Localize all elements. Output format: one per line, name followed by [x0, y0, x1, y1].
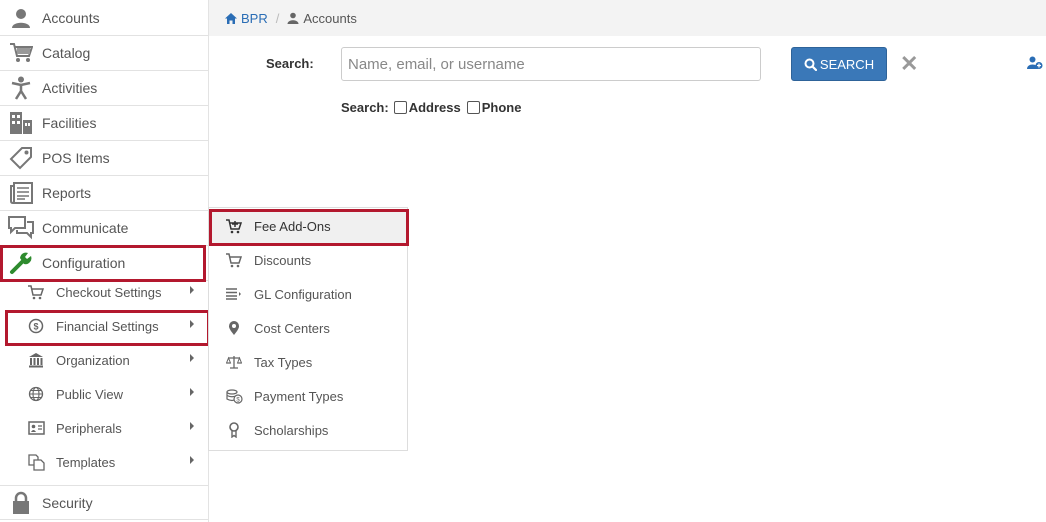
flyout-item-cost-centers[interactable]: Cost Centers	[209, 311, 407, 345]
search-options-label: Search:	[341, 100, 389, 115]
cart-icon	[225, 251, 243, 269]
add-user-icon[interactable]	[1027, 56, 1043, 75]
sidebar-item-pos-items[interactable]: POS Items	[0, 141, 208, 176]
copy-icon	[27, 453, 45, 471]
tag-icon	[8, 145, 34, 171]
id-card-icon	[27, 419, 45, 437]
sub-item-label: Financial Settings	[56, 318, 159, 334]
flyout-item-label: GL Configuration	[254, 286, 352, 302]
award-icon	[225, 421, 243, 439]
map-pin-icon	[225, 319, 243, 337]
search-label: Search:	[266, 56, 314, 71]
phone-checkbox[interactable]	[466, 101, 480, 114]
building-icon	[8, 110, 34, 136]
sub-item-public-view[interactable]: Public View	[0, 377, 208, 411]
flyout-item-payment-types[interactable]: $ Payment Types	[209, 379, 407, 413]
flyout-item-label: Discounts	[254, 252, 312, 268]
chevron-right-icon	[190, 388, 194, 396]
search-button[interactable]: SEARCH	[791, 47, 887, 81]
institution-icon	[27, 351, 45, 369]
sidebar-item-accounts[interactable]: Accounts	[0, 1, 208, 36]
sidebar-item-communicate[interactable]: Communicate	[0, 211, 208, 246]
sidebar: Accounts Catalog Activities Facilities P…	[0, 0, 209, 522]
flyout-item-label: Tax Types	[254, 354, 313, 370]
close-icon[interactable]: ✕	[900, 53, 918, 75]
flyout-item-label: Scholarships	[254, 422, 329, 438]
flyout-item-label: Payment Types	[254, 388, 344, 404]
svg-text:$: $	[33, 322, 38, 332]
sub-item-label: Public View	[56, 386, 123, 402]
sidebar-item-label: Reports	[42, 185, 92, 201]
phone-checkbox-label: Phone	[481, 100, 522, 115]
cart-icon	[27, 283, 45, 301]
sidebar-item-label: Accounts	[42, 10, 100, 26]
breadcrumb-current: Accounts	[303, 10, 357, 26]
sidebar-item-reports[interactable]: Reports	[0, 176, 208, 211]
flyout-item-scholarships[interactable]: Scholarships	[209, 413, 407, 447]
globe-icon	[27, 385, 45, 403]
flyout-item-tax-types[interactable]: Tax Types	[209, 345, 407, 379]
search-input[interactable]	[341, 47, 761, 81]
chevron-right-icon	[190, 456, 194, 464]
search-icon	[804, 58, 817, 71]
user-icon	[8, 5, 34, 31]
address-checkbox-label: Address	[408, 100, 461, 115]
flyout-item-label: Cost Centers	[254, 320, 330, 336]
sidebar-item-label: Facilities	[42, 115, 97, 131]
list-icon	[225, 285, 243, 303]
money-icon: $	[225, 387, 243, 405]
sidebar-item-label: POS Items	[42, 150, 110, 166]
sidebar-item-label: Communicate	[42, 220, 129, 236]
sidebar-item-security[interactable]: Security	[0, 485, 208, 520]
breadcrumb: BPR / Accounts	[209, 0, 1046, 36]
flyout-item-gl-configuration[interactable]: GL Configuration	[209, 277, 407, 311]
person-icon	[8, 75, 34, 101]
search-options: Search: Address Phone	[341, 100, 521, 115]
scale-icon	[225, 353, 243, 371]
breadcrumb-separator: /	[275, 10, 280, 26]
home-icon	[224, 12, 238, 25]
sidebar-item-label: Configuration	[42, 255, 126, 271]
sub-item-peripherals[interactable]: Peripherals	[0, 411, 208, 445]
cart-plus-icon	[225, 217, 243, 235]
lock-icon	[8, 490, 34, 516]
flyout-item-fee-add-ons[interactable]: Fee Add-Ons	[209, 209, 407, 243]
chevron-right-icon	[190, 354, 194, 362]
sub-item-templates[interactable]: Templates	[0, 445, 208, 479]
chevron-right-icon	[190, 286, 194, 294]
sub-item-checkout-settings[interactable]: Checkout Settings	[0, 275, 208, 309]
reports-icon	[8, 180, 34, 206]
cart-icon	[8, 40, 34, 66]
sidebar-item-label: Security	[42, 494, 93, 511]
sub-item-label: Templates	[56, 454, 116, 470]
sidebar-item-label: Catalog	[42, 45, 91, 61]
chat-icon	[8, 215, 34, 241]
sub-item-label: Peripherals	[56, 420, 122, 436]
breadcrumb-home-link[interactable]: BPR	[241, 11, 268, 26]
chevron-right-icon	[190, 320, 194, 328]
sub-item-label: Organization	[56, 352, 130, 368]
chevron-right-icon	[190, 422, 194, 430]
flyout-item-discounts[interactable]: Discounts	[209, 243, 407, 277]
financial-settings-flyout: Fee Add-Ons Discounts GL Configuration C…	[208, 207, 408, 451]
sub-item-financial-settings[interactable]: $ Financial Settings	[0, 309, 208, 343]
sidebar-item-catalog[interactable]: Catalog	[0, 36, 208, 71]
sidebar-item-activities[interactable]: Activities	[0, 71, 208, 106]
sub-item-label: Checkout Settings	[56, 284, 162, 300]
search-button-label: SEARCH	[819, 56, 875, 72]
dollar-circle-icon: $	[27, 317, 45, 335]
sidebar-item-label: Activities	[42, 80, 98, 96]
wrench-icon	[8, 250, 34, 276]
sidebar-item-facilities[interactable]: Facilities	[0, 106, 208, 141]
flyout-item-label: Fee Add-Ons	[254, 218, 331, 234]
sub-item-organization[interactable]: Organization	[0, 343, 208, 377]
user-icon	[287, 12, 299, 24]
address-checkbox[interactable]	[393, 101, 407, 114]
